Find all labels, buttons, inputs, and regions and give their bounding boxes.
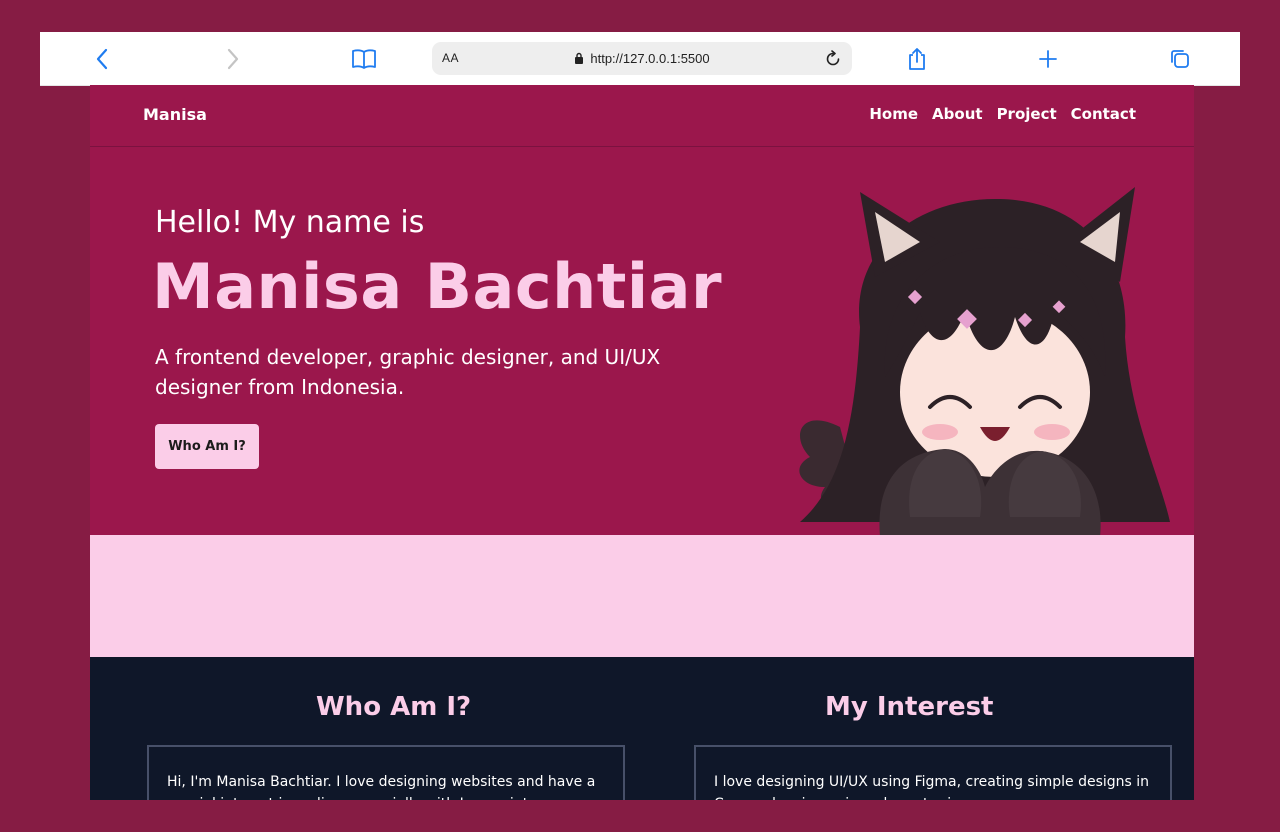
hero-section: Hello! My name is Manisa Bachtiar A fron… — [90, 147, 1194, 537]
chevron-right-icon — [227, 48, 239, 70]
who-am-i-card: Hi, I'm Manisa Bachtiar. I love designin… — [147, 745, 625, 800]
who-am-i-button[interactable]: Who Am I? — [155, 424, 259, 469]
plus-icon — [1039, 50, 1057, 68]
about-section: Who Am I? Hi, I'm Manisa Bachtiar. I lov… — [90, 657, 1194, 800]
nav-links: Home About Project Contact — [869, 105, 1136, 123]
who-am-i-title: Who Am I? — [316, 692, 472, 722]
hero-greeting: Hello! My name is — [155, 205, 425, 240]
browser-window: AA http://127.0.0.1:5500 Manisa Home Abo… — [40, 32, 1240, 800]
reload-button[interactable] — [820, 46, 846, 72]
pink-divider-band — [90, 535, 1194, 657]
tabs-overview-button[interactable] — [1163, 42, 1197, 76]
address-bar[interactable]: AA http://127.0.0.1:5500 — [432, 42, 852, 75]
lock-icon — [575, 52, 584, 64]
my-interest-card: I love designing UI/UX using Figma, crea… — [694, 745, 1172, 800]
my-interest-text: I love designing UI/UX using Figma, crea… — [714, 774, 1150, 800]
book-icon — [352, 49, 376, 69]
nav-link-about[interactable]: About — [932, 105, 983, 123]
site-navbar: Manisa Home About Project Contact — [90, 85, 1194, 147]
tabs-icon — [1171, 50, 1189, 68]
share-icon — [909, 48, 925, 70]
web-page: Manisa Home About Project Contact Hello!… — [90, 85, 1194, 800]
nav-link-contact[interactable]: Contact — [1071, 105, 1136, 123]
nav-link-project[interactable]: Project — [997, 105, 1057, 123]
nav-link-home[interactable]: Home — [869, 105, 918, 123]
chevron-left-icon — [96, 48, 108, 70]
forward-button[interactable] — [216, 42, 250, 76]
url-text: http://127.0.0.1:5500 — [590, 51, 710, 66]
bookmarks-button[interactable] — [347, 42, 381, 76]
share-button[interactable] — [900, 42, 934, 76]
hero-name: Manisa Bachtiar — [152, 250, 723, 323]
my-interest-title: My Interest — [825, 692, 994, 722]
site-brand[interactable]: Manisa — [143, 105, 207, 124]
hero-description: A frontend developer, graphic designer, … — [155, 345, 661, 399]
browser-toolbar: AA http://127.0.0.1:5500 — [40, 32, 1240, 86]
reload-icon — [826, 50, 840, 66]
anime-character-illustration — [799, 187, 1170, 537]
new-tab-button[interactable] — [1031, 42, 1065, 76]
who-am-i-text: Hi, I'm Manisa Bachtiar. I love designin… — [167, 774, 596, 800]
back-button[interactable] — [85, 42, 119, 76]
